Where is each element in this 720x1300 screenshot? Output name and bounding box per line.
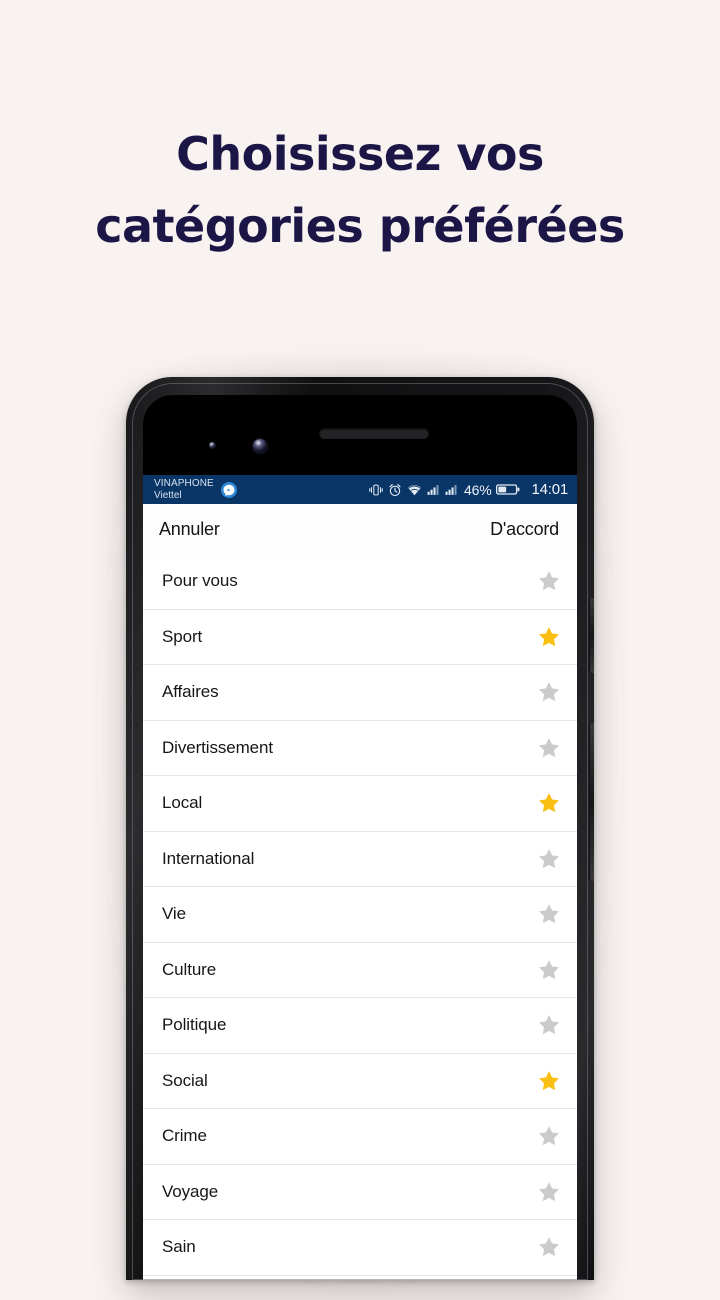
star-outline-icon[interactable] (537, 569, 561, 593)
status-bar: VINAPHONE Viettel 46% 14:01 (143, 475, 577, 504)
star-outline-icon[interactable] (537, 1013, 561, 1037)
category-label: Politique (162, 1015, 227, 1035)
star-filled-icon[interactable] (537, 625, 561, 649)
signal-icon (445, 485, 457, 495)
earpiece-speaker (319, 428, 429, 439)
category-label: Pour vous (162, 571, 238, 591)
star-outline-icon[interactable] (537, 1180, 561, 1204)
battery-percent-label: 46% (464, 481, 492, 498)
vibrate-icon (369, 484, 383, 495)
star-outline-icon[interactable] (537, 847, 561, 871)
category-label: International (162, 848, 255, 868)
page-title-line-2: catégories préférées (95, 199, 625, 253)
status-icons: 46% 14:01 (369, 481, 568, 498)
category-row[interactable]: Voyage (143, 1165, 577, 1220)
dialog-action-bar: Annuler D'accord (143, 504, 577, 554)
category-row[interactable]: Divertissement (143, 721, 577, 776)
page-title-line-1: Choisissez vos (176, 127, 544, 181)
category-row[interactable]: Sport (143, 610, 577, 665)
battery-icon (496, 484, 520, 495)
star-outline-icon[interactable] (537, 736, 561, 760)
status-clock-label: 14:01 (531, 481, 568, 498)
star-filled-icon[interactable] (537, 1069, 561, 1093)
phone-screen: VINAPHONE Viettel 46% 14:01 Annuler D'ac… (143, 395, 577, 1280)
category-row[interactable]: Social (143, 1054, 577, 1109)
app-screen: VINAPHONE Viettel 46% 14:01 Annuler D'ac… (143, 475, 577, 1280)
power-button[interactable] (590, 723, 594, 881)
category-label: Divertissement (162, 737, 274, 757)
category-row[interactable]: International (143, 832, 577, 887)
category-row[interactable]: Politique (143, 998, 577, 1054)
alarm-icon (389, 483, 401, 496)
category-label: Crime (162, 1126, 207, 1146)
confirm-button[interactable]: D'accord (490, 519, 559, 540)
wifi-icon (408, 484, 421, 495)
cancel-button[interactable]: Annuler (159, 519, 220, 540)
star-filled-icon[interactable] (537, 791, 561, 815)
star-outline-icon[interactable] (537, 1235, 561, 1259)
phone-mockup: VINAPHONE Viettel 46% 14:01 Annuler D'ac… (126, 377, 594, 1280)
category-label: Sain (162, 1237, 196, 1257)
star-outline-icon[interactable] (537, 958, 561, 982)
category-label: Sport (162, 626, 203, 646)
category-row[interactable]: Crime (143, 1109, 577, 1165)
category-row[interactable]: Local (143, 776, 577, 832)
category-row[interactable]: Culture (143, 943, 577, 998)
carrier-labels: VINAPHONE Viettel (154, 478, 214, 502)
category-label: Local (162, 793, 203, 813)
category-label: Vie (162, 904, 186, 924)
carrier-primary-label: VINAPHONE (154, 477, 214, 489)
star-outline-icon[interactable] (537, 680, 561, 704)
star-outline-icon[interactable] (537, 1124, 561, 1148)
star-outline-icon[interactable] (537, 902, 561, 926)
category-label: Voyage (162, 1181, 219, 1201)
category-row[interactable]: Sain (143, 1220, 577, 1276)
page-title: Choisissez vos catégories préférées (0, 118, 720, 262)
category-list: Pour vous Sport Affaires Divertissement Loca… (143, 554, 577, 1276)
messenger-icon (220, 481, 237, 498)
front-camera-icon (253, 439, 267, 453)
signal-icon (427, 485, 439, 495)
category-row[interactable]: Affaires (143, 665, 577, 721)
category-row[interactable]: Vie (143, 887, 577, 943)
volume-button[interactable] (590, 598, 594, 673)
proximity-sensor-icon (209, 442, 216, 449)
category-row[interactable]: Pour vous (143, 554, 577, 610)
carrier-secondary-label: Viettel (154, 489, 182, 501)
category-label: Social (162, 1070, 208, 1090)
category-label: Culture (162, 959, 217, 979)
category-label: Affaires (162, 682, 219, 702)
